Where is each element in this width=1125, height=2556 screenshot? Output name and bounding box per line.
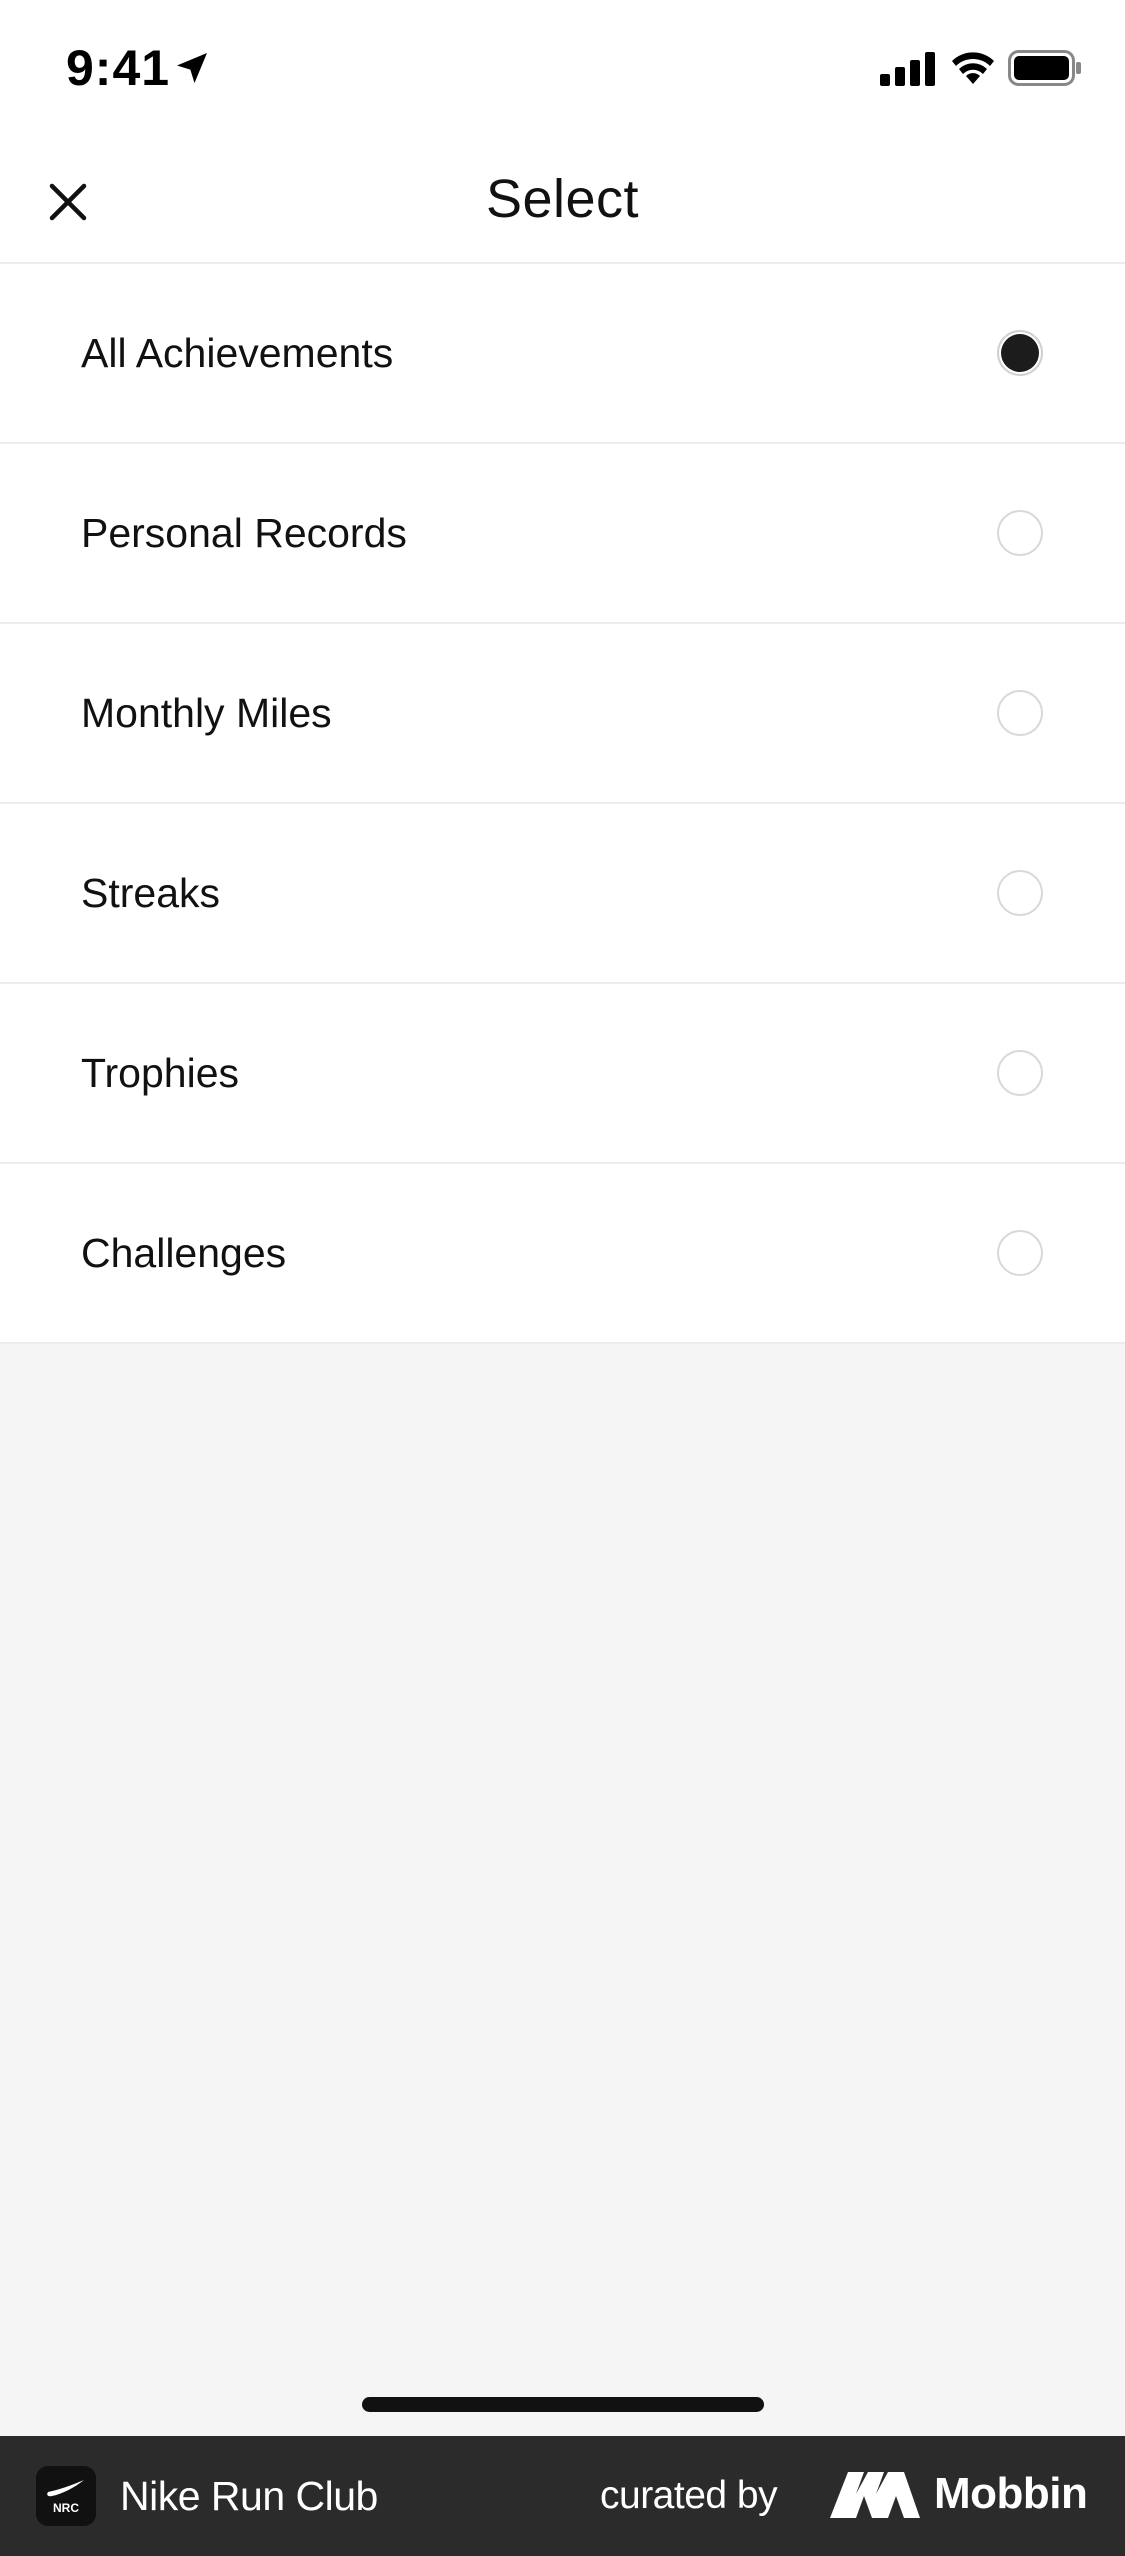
radio-unselected-icon[interactable] [997,510,1043,556]
location-arrow-icon [177,53,207,83]
option-label: Streaks [81,870,220,916]
option-label: Monthly Miles [81,690,332,736]
mobbin-brand: Mobbin [934,2469,1088,2518]
option-all-achievements[interactable]: All Achievements [0,264,1125,444]
status-bar: 9:41 [0,0,1125,140]
app-logo-icon: NRC [36,2466,96,2526]
home-indicator [362,2397,764,2412]
radio-unselected-icon[interactable] [997,870,1043,916]
option-label: Challenges [81,1230,287,1276]
footer-banner: NRC Nike Run Club curated by Mobbin [0,2436,1125,2556]
option-monthly-miles[interactable]: Monthly Miles [0,624,1125,804]
svg-text:NRC: NRC [53,2501,79,2515]
battery-icon [1008,50,1081,86]
status-time: 9:41 [66,40,171,96]
page-title: Select [485,169,640,229]
option-challenges[interactable]: Challenges [0,1164,1125,1344]
radio-selected-icon[interactable] [997,330,1043,376]
option-streaks[interactable]: Streaks [0,804,1125,984]
option-label: Trophies [81,1050,239,1096]
cellular-signal-icon [880,52,935,86]
option-personal-records[interactable]: Personal Records [0,444,1125,624]
wifi-icon [952,52,994,84]
curated-by-text: curated by [600,2474,778,2517]
radio-unselected-icon[interactable] [997,1050,1043,1096]
option-label: Personal Records [81,510,407,556]
header: Select [0,140,1125,264]
option-trophies[interactable]: Trophies [0,984,1125,1164]
radio-unselected-icon[interactable] [997,1230,1043,1276]
option-list: All Achievements Personal Records Monthl… [0,264,1125,1344]
option-label: All Achievements [81,330,394,376]
radio-unselected-icon[interactable] [997,690,1043,736]
mobbin-logo-icon [830,2472,920,2518]
app-name: Nike Run Club [120,2473,378,2519]
